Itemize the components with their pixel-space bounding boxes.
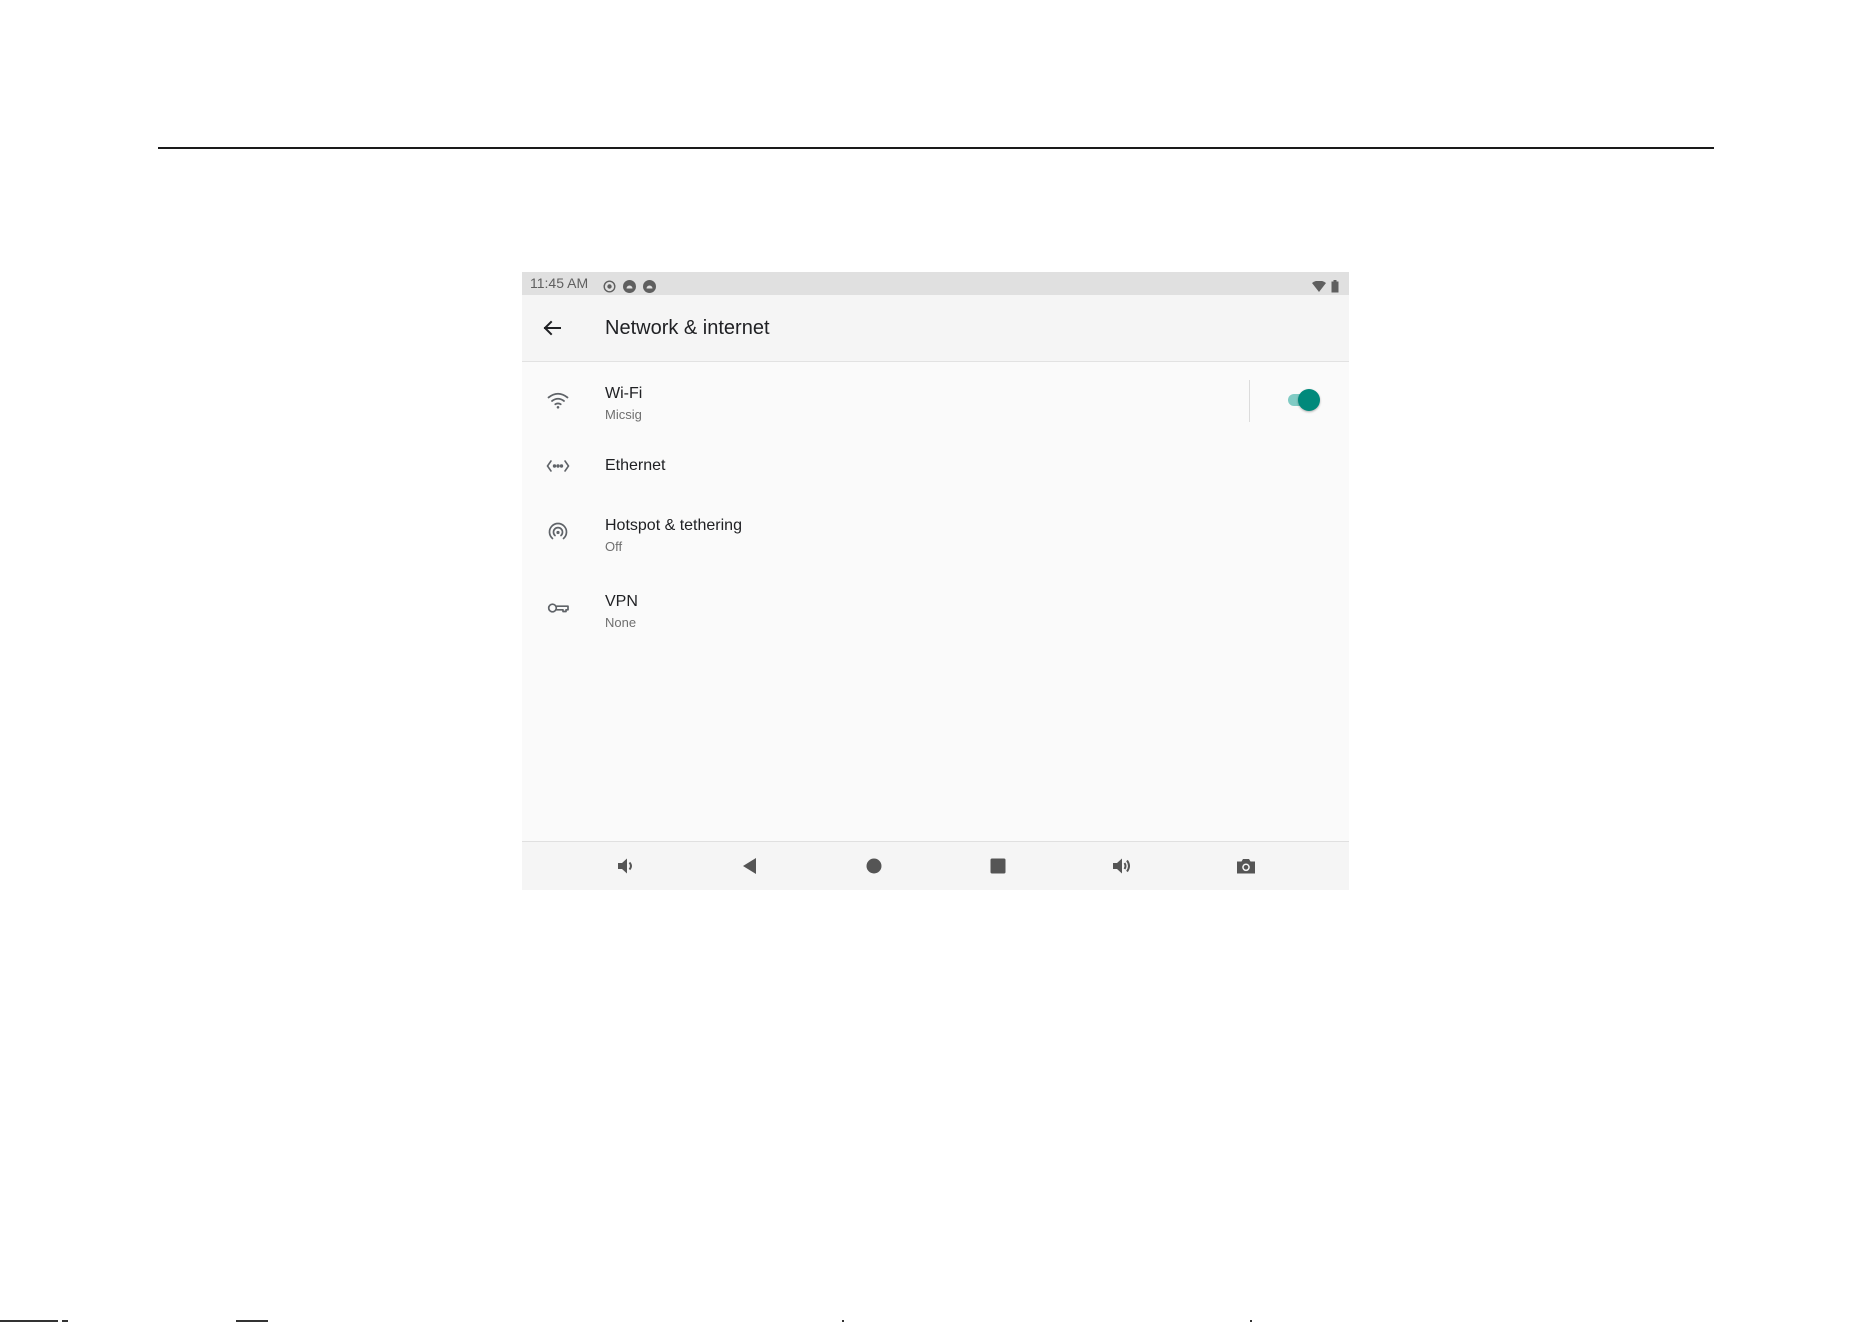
- camera-icon[interactable]: [1234, 854, 1258, 878]
- page-title: Network & internet: [605, 317, 770, 339]
- hotspot-icon: [546, 520, 570, 544]
- notification-icons: [603, 277, 656, 293]
- recents-square-icon[interactable]: [986, 854, 1010, 878]
- vpn-status: None: [605, 615, 637, 630]
- status-time: 11:45 AM: [530, 275, 589, 291]
- vpn-title: VPN: [605, 593, 638, 610]
- vpn-key-icon: [546, 596, 570, 620]
- volume-up-icon[interactable]: [1110, 854, 1134, 878]
- status-bar: 11:45 AM: [522, 272, 1349, 295]
- wifi-network-name: Micsig: [605, 407, 642, 422]
- wifi-title: Wi-Fi: [605, 385, 643, 402]
- android-circle-icon: [623, 277, 636, 293]
- home-circle-icon[interactable]: [862, 854, 886, 878]
- wifi-icon: [546, 388, 570, 412]
- back-triangle-icon[interactable]: [738, 854, 762, 878]
- toggle-divider: [1249, 380, 1250, 422]
- hotspot-title: Hotspot & tethering: [605, 517, 742, 534]
- settings-item-vpn[interactable]: VPN None: [522, 570, 1349, 646]
- navigation-bar: [522, 841, 1349, 890]
- app-bar: Network & internet: [522, 295, 1349, 362]
- wifi-toggle-thumb: [1298, 389, 1320, 411]
- ethernet-title: Ethernet: [605, 457, 666, 474]
- volume-down-icon[interactable]: [614, 854, 638, 878]
- settings-dot-icon: [603, 277, 616, 293]
- wifi-toggle[interactable]: [1286, 388, 1320, 412]
- android-screen: 11:45 AM Network & internet Wi-Fi Micsig…: [522, 272, 1349, 890]
- settings-item-hotspot[interactable]: Hotspot & tethering Off: [522, 494, 1349, 570]
- page-bottom-marks: [0, 1318, 1872, 1324]
- arrow-left-icon[interactable]: [540, 316, 564, 340]
- settings-item-wifi[interactable]: Wi-Fi Micsig: [522, 362, 1349, 438]
- page-horizontal-rule: [158, 147, 1714, 149]
- hotspot-status: Off: [605, 539, 623, 554]
- settings-item-ethernet[interactable]: Ethernet: [522, 438, 1349, 494]
- ethernet-icon: [546, 454, 570, 478]
- android-circle-icon: [643, 277, 656, 293]
